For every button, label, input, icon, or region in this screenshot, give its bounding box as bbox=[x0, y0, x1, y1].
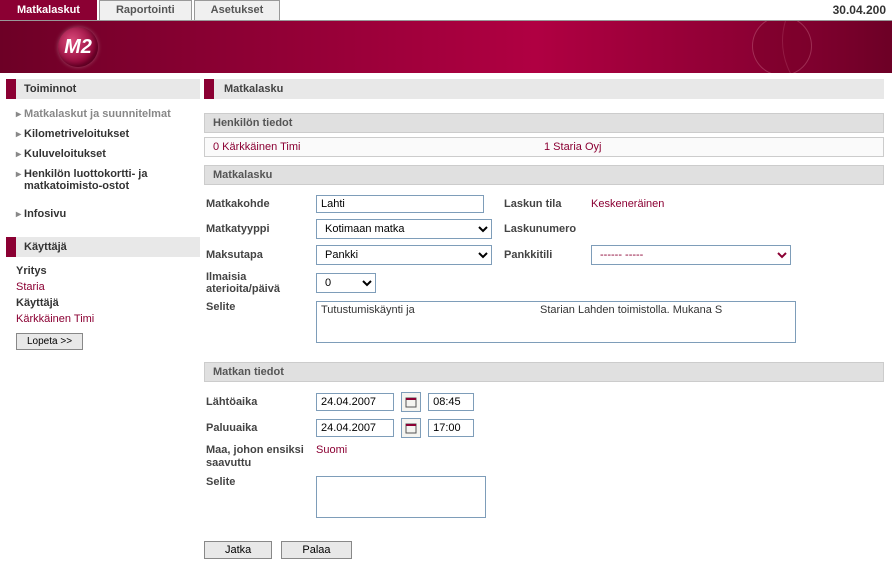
user-company-value: Staria bbox=[16, 279, 196, 295]
chevron-right-icon: ▸ bbox=[16, 208, 21, 222]
banner-decoration bbox=[752, 21, 812, 73]
tab-asetukset[interactable]: Asetukset bbox=[194, 0, 281, 20]
select-ilmaisia-aterioita[interactable]: 0 bbox=[316, 273, 376, 293]
nav-kuluveloitukset[interactable]: ▸ Kuluveloitukset bbox=[16, 145, 196, 165]
banner: M2 bbox=[0, 21, 892, 73]
nav-label: Kilometriveloitukset bbox=[24, 128, 129, 140]
person-info-row: 0 Kärkkäinen Timi 1 Staria Oyj bbox=[204, 137, 884, 157]
sidebar-heading-toiminnot: Toiminnot bbox=[6, 79, 200, 99]
section-matkalasku: Matkalasku bbox=[204, 165, 884, 185]
chevron-right-icon: ▸ bbox=[16, 168, 21, 182]
label-ilmaisia-aterioita: Ilmaisia aterioita/päivä bbox=[206, 271, 316, 295]
textarea-selite[interactable]: Tutustumiskäynti ja Starian Lahden toimi… bbox=[316, 301, 796, 343]
input-paluu-time[interactable] bbox=[428, 419, 474, 437]
main-content: Matkalasku Henkilön tiedot 0 Kärkkäinen … bbox=[200, 73, 892, 569]
label-lahtoaika: Lähtöaika bbox=[206, 396, 316, 408]
user-company-label: Yritys bbox=[16, 263, 196, 279]
chevron-right-icon: ▸ bbox=[16, 148, 21, 162]
label-pankkitili: Pankkitili bbox=[496, 249, 591, 261]
person-name: 0 Kärkkäinen Timi bbox=[213, 141, 544, 153]
tab-raportointi[interactable]: Raportointi bbox=[99, 0, 192, 20]
nav-luottokortti-matkatoimisto[interactable]: ▸ Henkilön luottokortti- ja matkatoimist… bbox=[16, 165, 196, 195]
label-laskun-tila: Laskun tila bbox=[496, 198, 591, 210]
input-lahto-time[interactable] bbox=[428, 393, 474, 411]
chevron-right-icon: ▸ bbox=[16, 108, 21, 122]
logout-button[interactable]: Lopeta >> bbox=[16, 333, 83, 350]
logo-m2: M2 bbox=[58, 27, 98, 67]
sidebar: Toiminnot ▸ Matkalaskut ja suunnitelmat … bbox=[0, 73, 200, 569]
nav-kilometriveloitukset[interactable]: ▸ Kilometriveloitukset bbox=[16, 125, 196, 145]
label-selite: Selite bbox=[206, 301, 316, 313]
input-lahto-date[interactable] bbox=[316, 393, 394, 411]
nav-label: Matkalaskut ja suunnitelmat bbox=[24, 108, 171, 120]
top-tabs: Matkalaskut Raportointi Asetukset 30.04.… bbox=[0, 0, 892, 21]
value-laskun-tila: Keskeneräinen bbox=[591, 198, 882, 210]
person-company: 1 Staria Oyj bbox=[544, 141, 875, 153]
label-maa: Maa, johon ensiksi saavuttu bbox=[206, 444, 316, 470]
tab-matkalaskut[interactable]: Matkalaskut bbox=[0, 0, 97, 20]
calendar-icon[interactable] bbox=[401, 418, 421, 438]
jatka-button[interactable]: Jatka bbox=[204, 541, 272, 559]
value-maa: Suomi bbox=[316, 444, 347, 456]
section-henkilon-tiedot: Henkilön tiedot bbox=[204, 113, 884, 133]
label-matkakohde: Matkakohde bbox=[206, 198, 316, 210]
label-laskunumero: Laskunumero bbox=[496, 223, 591, 235]
label-matkatyyppi: Matkatyyppi bbox=[206, 223, 316, 235]
calendar-icon[interactable] bbox=[401, 392, 421, 412]
section-matkan-tiedot: Matkan tiedot bbox=[204, 362, 884, 382]
nav-matkalaskut-suunnitelmat[interactable]: ▸ Matkalaskut ja suunnitelmat bbox=[16, 105, 196, 125]
select-pankkitili[interactable]: ------ ----- bbox=[591, 245, 791, 265]
user-name-label: Käyttäjä bbox=[16, 295, 196, 311]
nav-label: Infosivu bbox=[24, 208, 66, 220]
page-title: Matkalasku bbox=[204, 79, 884, 99]
user-name-value: Kärkkäinen Timi bbox=[16, 311, 196, 327]
nav-label: Henkilön luottokortti- ja matkatoimisto-… bbox=[24, 168, 196, 192]
input-matkakohde[interactable] bbox=[316, 195, 484, 213]
sidebar-heading-kayttaja: Käyttäjä bbox=[6, 237, 200, 257]
input-paluu-date[interactable] bbox=[316, 419, 394, 437]
select-matkatyyppi[interactable]: Kotimaan matka bbox=[316, 219, 492, 239]
nav-infosivu[interactable]: ▸ Infosivu bbox=[16, 205, 196, 225]
chevron-right-icon: ▸ bbox=[16, 128, 21, 142]
label-paluuaika: Paluuaika bbox=[206, 422, 316, 434]
textarea-selite2[interactable] bbox=[316, 476, 486, 518]
current-date: 30.04.200 bbox=[827, 0, 892, 20]
select-maksutapa[interactable]: Pankki bbox=[316, 245, 492, 265]
label-maksutapa: Maksutapa bbox=[206, 249, 316, 261]
label-selite2: Selite bbox=[206, 476, 316, 488]
palaa-button[interactable]: Palaa bbox=[281, 541, 351, 559]
nav-label: Kuluveloitukset bbox=[24, 148, 106, 160]
